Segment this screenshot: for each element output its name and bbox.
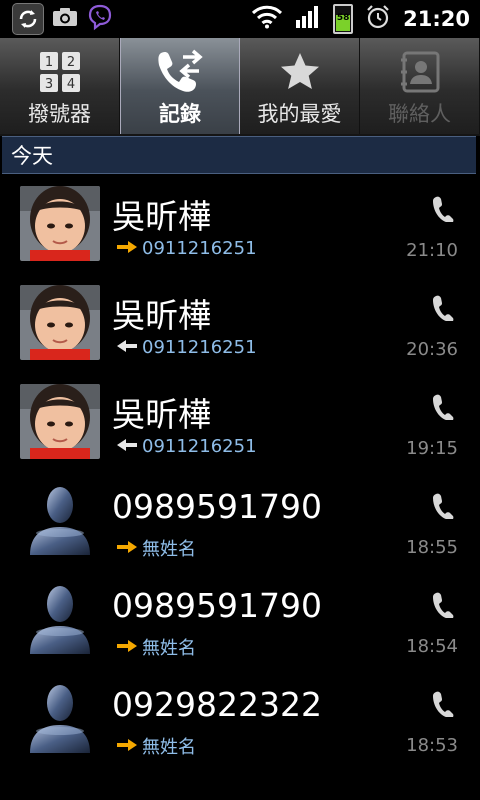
call-detail: 無姓名: [116, 733, 196, 759]
call-time: 20:36: [406, 339, 458, 360]
call-time: 18:55: [406, 537, 458, 558]
contact-photo[interactable]: [20, 186, 100, 261]
call-detail: 0911216251: [116, 436, 257, 457]
call-detail: 0911216251: [116, 337, 257, 358]
alarm-icon: [365, 4, 391, 34]
incoming-call-arrow-icon: [116, 337, 138, 358]
call-log-row[interactable]: 0989591790 無姓名 18:55: [0, 473, 480, 572]
call-time: 19:15: [406, 438, 458, 459]
wifi-icon: [251, 5, 283, 33]
call-detail: 無姓名: [116, 535, 196, 561]
status-time: 21:20: [403, 7, 470, 31]
outgoing-call-arrow-icon: [116, 736, 138, 757]
tab-bar: 1 2 3 4 撥號器 記錄 我的最愛 聯絡人: [0, 38, 480, 136]
call-detail: 無姓名: [116, 634, 196, 660]
tab-dialer[interactable]: 1 2 3 4 撥號器: [0, 38, 120, 134]
call-log-list: 吳昕樺 0911216251 21:10 吳昕樺 0911216251 20:3…: [0, 176, 480, 770]
call-time: 18:54: [406, 636, 458, 657]
call-log-row[interactable]: 吳昕樺 0911216251 20:36: [0, 275, 480, 374]
tab-call-log-label: 記錄: [159, 102, 201, 126]
svg-text:1: 1: [44, 55, 52, 70]
call-log-icon: [155, 44, 205, 100]
phone-icon[interactable]: [432, 691, 454, 721]
tab-favorites[interactable]: 我的最愛: [240, 38, 360, 134]
phone-icon[interactable]: [432, 196, 454, 226]
caller-number: 無姓名: [142, 539, 196, 560]
call-time: 18:53: [406, 735, 458, 756]
call-log-row[interactable]: 吳昕樺 0911216251 19:15: [0, 374, 480, 473]
call-detail: 0911216251: [116, 238, 257, 259]
status-bar: 58 21:20: [0, 0, 480, 38]
viber-icon: [86, 3, 114, 35]
svg-text:4: 4: [66, 77, 74, 92]
call-time: 21:10: [406, 240, 458, 261]
signal-icon: [295, 5, 321, 33]
phone-icon[interactable]: [432, 394, 454, 424]
caller-number: 無姓名: [142, 737, 196, 758]
tab-favorites-label: 我的最愛: [257, 102, 342, 126]
default-contact-avatar[interactable]: [20, 483, 100, 558]
svg-text:2: 2: [66, 55, 74, 70]
battery-icon: 58: [333, 4, 354, 34]
tab-call-log[interactable]: 記錄: [120, 38, 240, 134]
sync-icon: [12, 3, 44, 35]
section-header-today: 今天: [2, 136, 476, 174]
call-log-row[interactable]: 0929822322 無姓名 18:53: [0, 671, 480, 770]
phone-icon[interactable]: [432, 295, 454, 325]
phone-icon[interactable]: [432, 592, 454, 622]
dialpad-icon: 1 2 3 4: [38, 44, 82, 100]
outgoing-call-arrow-icon: [116, 538, 138, 559]
caller-name: 0989591790: [112, 586, 322, 625]
contact-photo[interactable]: [20, 384, 100, 459]
incoming-call-arrow-icon: [116, 436, 138, 457]
default-contact-avatar[interactable]: [20, 681, 100, 756]
caller-name: 吳昕樺: [112, 197, 211, 236]
caller-number: 無姓名: [142, 638, 196, 659]
outgoing-call-arrow-icon: [116, 238, 138, 259]
caller-name: 吳昕樺: [112, 395, 211, 434]
svg-text:3: 3: [44, 77, 52, 92]
caller-number: 0911216251: [142, 337, 257, 358]
section-title: 今天: [11, 144, 53, 168]
phone-icon[interactable]: [432, 493, 454, 523]
camera-icon: [52, 6, 78, 32]
caller-name: 0989591790: [112, 487, 322, 526]
default-contact-avatar[interactable]: [20, 582, 100, 657]
caller-name: 吳昕樺: [112, 296, 211, 335]
battery-level: 58: [336, 13, 350, 23]
call-log-row[interactable]: 0989591790 無姓名 18:54: [0, 572, 480, 671]
tab-contacts-label: 聯絡人: [388, 102, 451, 126]
caller-number: 0911216251: [142, 436, 257, 457]
caller-name: 0929822322: [112, 685, 322, 724]
caller-number: 0911216251: [142, 238, 257, 259]
tab-contacts[interactable]: 聯絡人: [360, 38, 480, 134]
star-icon: [278, 44, 322, 100]
tab-dialer-label: 撥號器: [28, 102, 91, 126]
outgoing-call-arrow-icon: [116, 637, 138, 658]
call-log-row[interactable]: 吳昕樺 0911216251 21:10: [0, 176, 480, 275]
contact-photo[interactable]: [20, 285, 100, 360]
contacts-icon: [398, 44, 442, 100]
